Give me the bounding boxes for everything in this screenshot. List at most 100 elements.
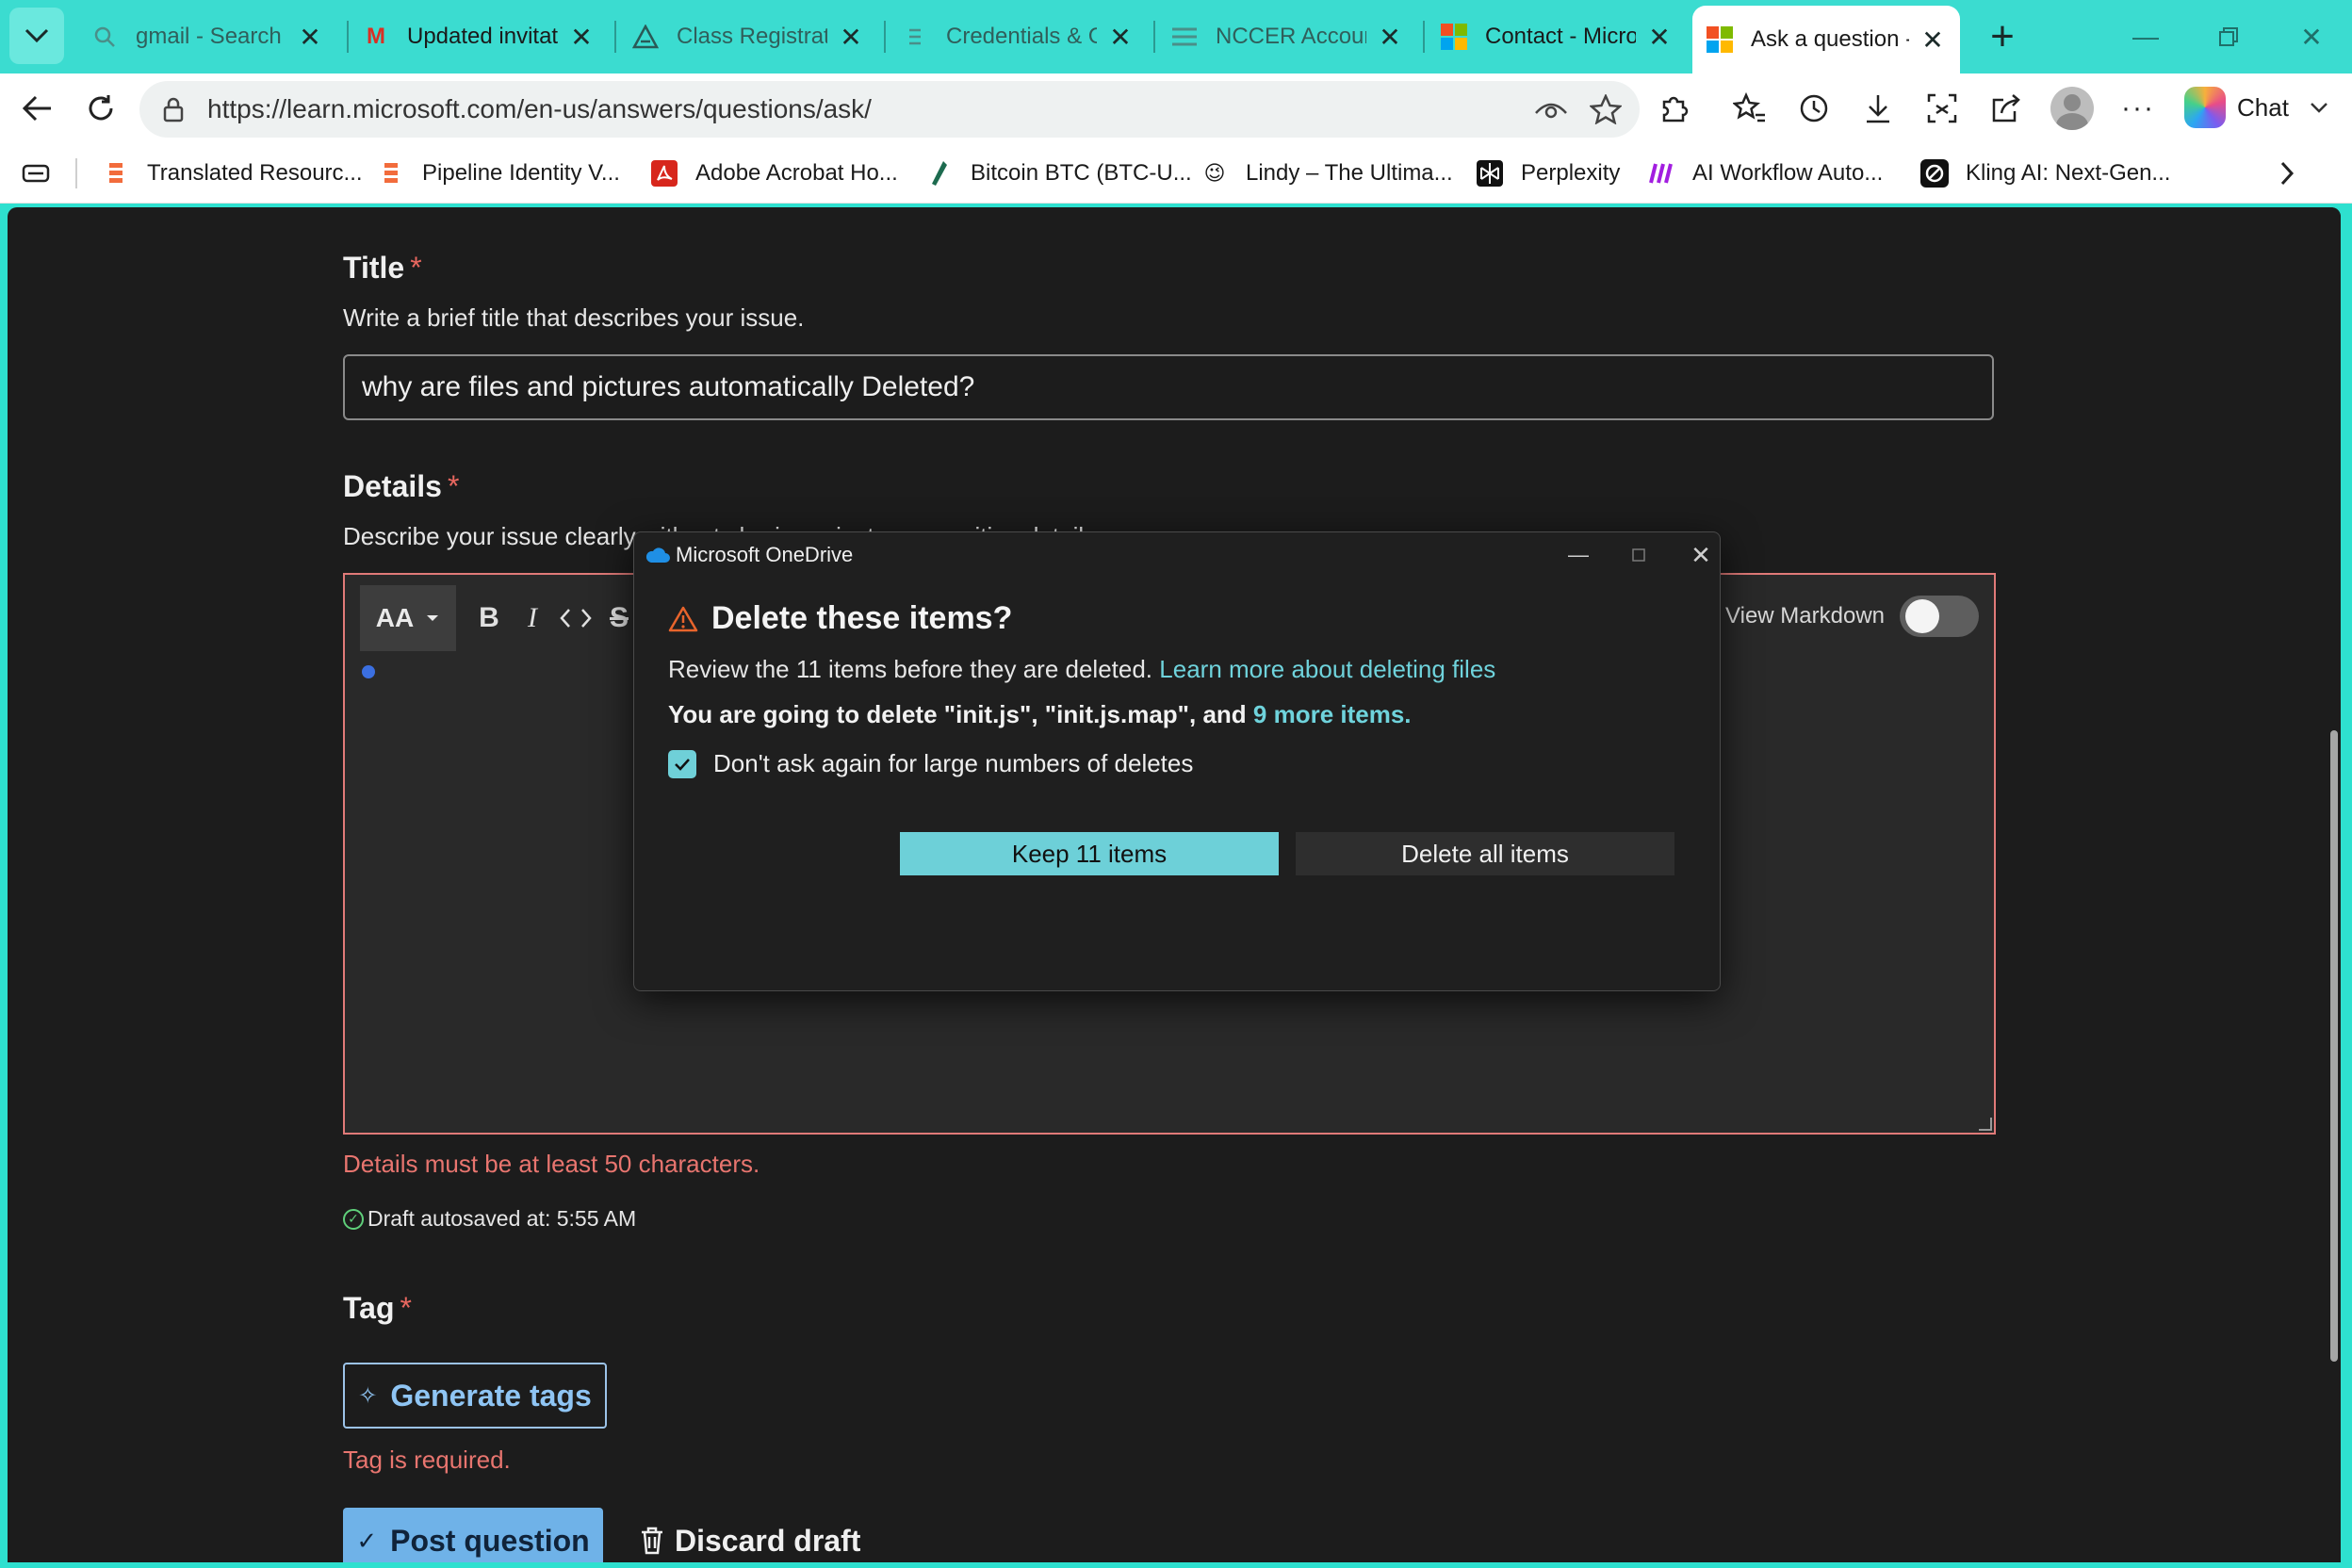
details-label-text: Details bbox=[343, 469, 442, 503]
more-dots-icon: ··· bbox=[2121, 92, 2155, 123]
downloads-button[interactable] bbox=[1853, 83, 1903, 134]
code-icon bbox=[560, 609, 592, 628]
screenshot-button[interactable] bbox=[1917, 83, 1968, 134]
tab-ask-a-question[interactable]: Ask a question - M ✕ bbox=[1692, 6, 1960, 74]
more-items-link[interactable]: 9 more items. bbox=[1253, 700, 1412, 728]
close-icon[interactable]: ✕ bbox=[1919, 25, 1947, 55]
lock-icon[interactable] bbox=[155, 96, 192, 122]
close-icon[interactable]: ✕ bbox=[1376, 23, 1404, 52]
learn-more-link[interactable]: Learn more about deleting files bbox=[1159, 655, 1495, 683]
document-icon bbox=[901, 23, 929, 51]
history-icon bbox=[1800, 94, 1828, 122]
bookmark-ai-workflow[interactable]: AI Workflow Auto... bbox=[1647, 155, 1883, 192]
tab-class-registration[interactable]: Class Registration ✕ bbox=[618, 6, 878, 68]
profile-avatar[interactable] bbox=[2050, 87, 2094, 130]
bookmark-bitcoin[interactable]: Bitcoin BTC (BTC-U... bbox=[925, 155, 1192, 192]
dont-ask-again-checkbox[interactable]: Don't ask again for large numbers of del… bbox=[668, 749, 1193, 778]
list-icon bbox=[377, 159, 405, 188]
checkbox-checked-icon[interactable] bbox=[668, 749, 696, 778]
resize-handle[interactable] bbox=[1979, 1118, 1992, 1131]
adobe-icon bbox=[650, 159, 678, 188]
keep-items-button[interactable]: Keep 11 items bbox=[900, 832, 1279, 875]
share-button[interactable] bbox=[1981, 83, 2032, 134]
code-button[interactable] bbox=[554, 590, 597, 646]
url-text[interactable]: https://learn.microsoft.com/en-us/answer… bbox=[207, 94, 1530, 124]
tab-contact-microsoft[interactable]: Contact - Microso ✕ bbox=[1427, 6, 1687, 68]
chevron-down-icon[interactable] bbox=[2310, 97, 2328, 119]
gmail-icon: M bbox=[367, 24, 385, 49]
title-label: Title * bbox=[343, 251, 422, 286]
italic-button[interactable]: I bbox=[511, 590, 554, 646]
new-tab-button[interactable]: + bbox=[1979, 13, 2026, 60]
close-icon[interactable]: ✕ bbox=[296, 23, 324, 52]
bookmark-perplexity[interactable]: Perplexity bbox=[1476, 155, 1620, 192]
close-icon[interactable]: ✕ bbox=[1645, 23, 1674, 52]
trash-icon bbox=[642, 1527, 662, 1555]
view-markdown-control[interactable]: View Markdown bbox=[1725, 596, 1979, 637]
extensions-button[interactable] bbox=[1649, 83, 1700, 134]
page-scrollbar[interactable] bbox=[2328, 207, 2341, 1562]
tab-credentials[interactable]: Credentials & Cer ✕ bbox=[888, 6, 1148, 68]
bookmark-pipeline-identity[interactable]: Pipeline Identity V... bbox=[377, 155, 620, 192]
discard-draft-button[interactable]: Discard draft bbox=[639, 1510, 860, 1562]
history-button[interactable] bbox=[1788, 83, 1839, 134]
browser-toolbar: https://learn.microsoft.com/en-us/answer… bbox=[0, 74, 2352, 143]
favorite-star-icon[interactable] bbox=[1585, 89, 1626, 130]
generate-tags-button[interactable]: ✧ Generate tags bbox=[343, 1363, 607, 1429]
pen-icon bbox=[925, 159, 954, 188]
review-text: Review the 11 items before they are dele… bbox=[668, 655, 1153, 683]
close-window-button[interactable]: ✕ bbox=[2288, 15, 2335, 58]
favorites-button[interactable] bbox=[1724, 83, 1775, 134]
tab-separator bbox=[614, 21, 616, 53]
bookmark-label: Adobe Acrobat Ho... bbox=[695, 160, 898, 186]
view-markdown-toggle[interactable] bbox=[1900, 596, 1979, 637]
copilot-chat-button[interactable]: Chat bbox=[2173, 79, 2343, 136]
bookmark-translated-resources[interactable]: Translated Resourc... bbox=[102, 155, 363, 192]
chevron-right-icon bbox=[2280, 161, 2295, 186]
bookmarks-menu-button[interactable] bbox=[21, 155, 51, 192]
tab-updated-invitation[interactable]: M Updated invitation ✕ bbox=[349, 6, 609, 68]
generate-tags-label: Generate tags bbox=[390, 1378, 592, 1413]
scrollbar-thumb[interactable] bbox=[2330, 730, 2338, 1362]
more-options-button[interactable]: ··· bbox=[2113, 83, 2164, 134]
close-icon[interactable]: ✕ bbox=[837, 23, 865, 52]
restore-button[interactable] bbox=[2205, 15, 2252, 58]
minimize-button[interactable]: — bbox=[2122, 15, 2169, 58]
address-bar[interactable]: https://learn.microsoft.com/en-us/answer… bbox=[139, 81, 1640, 138]
strikethrough-icon: S bbox=[609, 602, 629, 633]
delete-all-items-button[interactable]: Delete all items bbox=[1296, 832, 1674, 875]
dialog-heading-text: Delete these items? bbox=[711, 600, 1013, 636]
tab-actions-button[interactable] bbox=[9, 8, 64, 64]
required-marker: * bbox=[447, 469, 460, 503]
bookmarks-overflow-button[interactable] bbox=[2278, 155, 2295, 192]
title-input[interactable]: why are files and pictures automatically… bbox=[343, 354, 1994, 420]
bold-button[interactable]: B bbox=[467, 590, 511, 646]
refresh-button[interactable] bbox=[75, 83, 126, 134]
bookmark-adobe-acrobat[interactable]: Adobe Acrobat Ho... bbox=[650, 155, 898, 192]
tab-gmail-search[interactable]: gmail - Search ✕ bbox=[77, 6, 337, 68]
check-circle-icon: ✓ bbox=[343, 1208, 364, 1230]
post-question-button[interactable]: ✓ Post question bbox=[343, 1508, 603, 1562]
bookmark-label: Lindy – The Ultima... bbox=[1246, 160, 1453, 186]
dialog-maximize-button[interactable] bbox=[1610, 536, 1667, 574]
view-markdown-label: View Markdown bbox=[1725, 603, 1885, 629]
menu-lines-icon bbox=[1170, 23, 1199, 51]
dialog-minimize-button[interactable]: — bbox=[1550, 536, 1607, 574]
lindy-icon: 😉 bbox=[1203, 161, 1226, 185]
back-button[interactable] bbox=[11, 83, 62, 134]
collections-icon bbox=[22, 164, 50, 183]
close-icon[interactable]: ✕ bbox=[567, 23, 596, 52]
arrow-left-icon bbox=[22, 95, 51, 122]
tab-nccer-account[interactable]: NCCER Account P ✕ bbox=[1157, 6, 1417, 68]
dialog-close-button[interactable]: ✕ bbox=[1673, 536, 1729, 574]
microsoft-icon bbox=[1440, 23, 1468, 51]
text-style-dropdown[interactable]: AA bbox=[360, 585, 456, 651]
text-style-label: AA bbox=[375, 603, 415, 632]
bookmark-kling-ai[interactable]: Kling AI: Next-Gen... bbox=[1920, 155, 2170, 192]
dialog-titlebar: Microsoft OneDrive — ✕ bbox=[634, 532, 1720, 578]
bookmark-lindy[interactable]: 😉 Lindy – The Ultima... bbox=[1200, 155, 1453, 192]
title-help-text: Write a brief title that describes your … bbox=[343, 303, 805, 332]
tracking-eye-icon[interactable] bbox=[1530, 89, 1572, 130]
tab-label: Contact - Microso bbox=[1485, 24, 1636, 49]
close-icon[interactable]: ✕ bbox=[1106, 23, 1135, 52]
